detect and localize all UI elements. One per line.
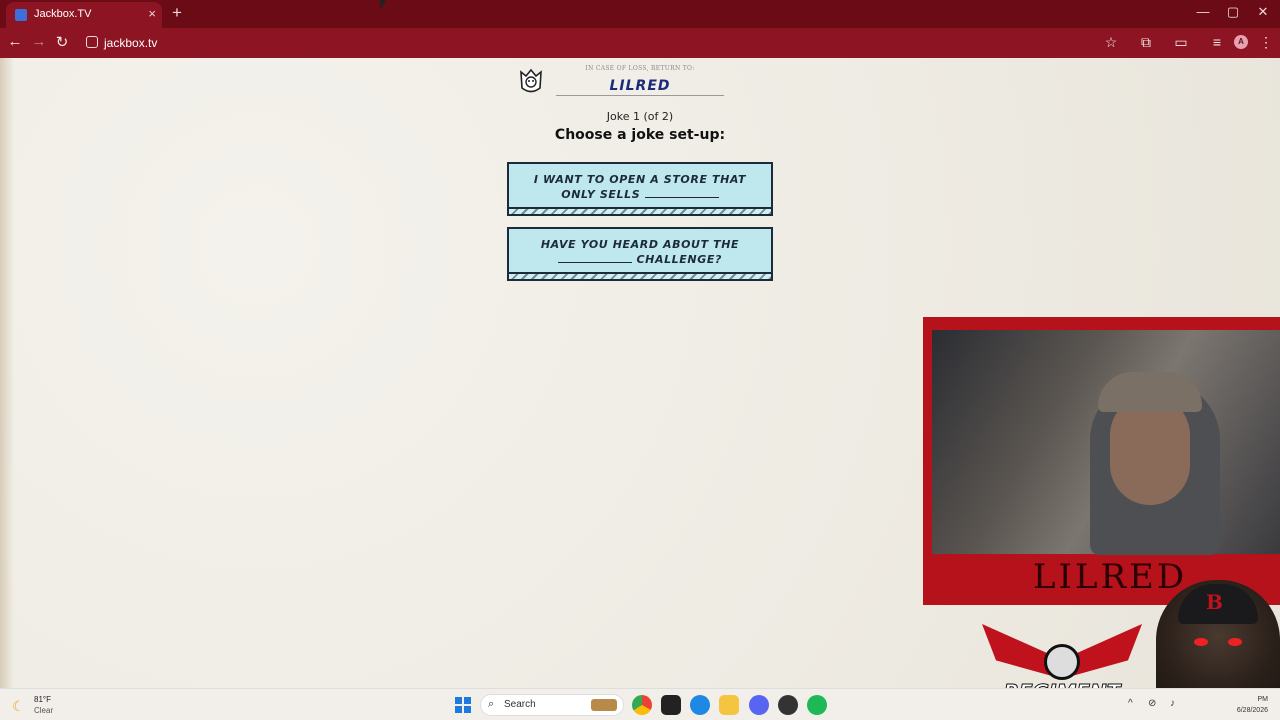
browser-tab-bar: Jackbox.TV × + — ▢ ✕	[0, 0, 1280, 28]
media-icon[interactable]: ≡	[1207, 34, 1227, 50]
setup-option-1-text: I want to open a store that only sells	[519, 172, 761, 202]
search-highlight-image	[591, 699, 617, 711]
skull-eye	[1228, 638, 1242, 646]
eagle-head-icon	[1044, 644, 1080, 680]
return-label: IN CASE OF LOSS, RETURN TO:	[585, 65, 695, 72]
file-explorer-icon[interactable]	[719, 695, 739, 715]
search-label: Search	[504, 699, 536, 710]
setup-option-1-line2: only sells	[561, 188, 641, 201]
spotify-app-icon[interactable]	[807, 695, 827, 715]
forward-arrow-icon[interactable]: →	[28, 33, 50, 50]
site-info-icon[interactable]	[86, 36, 98, 48]
player-avatar-icon	[520, 68, 542, 93]
tab-title: Jackbox.TV	[34, 8, 92, 20]
start-button[interactable]	[455, 697, 471, 713]
extensions-icon[interactable]: ⧉	[1136, 34, 1156, 51]
maximize-button[interactable]: ▢	[1219, 4, 1247, 20]
mouse-cursor-icon	[380, 0, 386, 10]
minimize-button[interactable]: —	[1189, 4, 1217, 19]
streamer-hat	[1098, 372, 1202, 412]
discord-app-icon[interactable]	[749, 695, 769, 715]
button-stripe	[509, 207, 771, 214]
moon-icon[interactable]: ☾	[12, 698, 28, 714]
mic-icon[interactable]: ♪	[1170, 698, 1175, 709]
setup-option-2-button[interactable]: Have you heard about the challenge?	[507, 227, 773, 281]
chrome-app-icon[interactable]	[632, 695, 652, 715]
browser-tab[interactable]: Jackbox.TV ×	[6, 2, 162, 28]
search-icon: ⌕	[488, 698, 495, 710]
weather-condition[interactable]: Clear	[34, 706, 53, 715]
address-bar: ← → ↻ jackbox.tv ☆ ⧉ ▭ ≡ ⋮	[0, 28, 1280, 58]
blank-line	[558, 253, 633, 263]
windows-taskbar: ☾ 81°F Clear ⌕ Search ^ ⊘ ♪ PM 6/28/2026	[0, 688, 1280, 720]
star-icon[interactable]: ☆	[1101, 34, 1121, 51]
setup-option-2-line1: Have you heard about the	[540, 238, 740, 251]
blank-line	[644, 188, 719, 198]
weather-temperature[interactable]: 81°F	[34, 695, 51, 704]
chevron-up-icon[interactable]: ^	[1128, 698, 1133, 709]
app-icon[interactable]	[661, 695, 681, 715]
button-stripe	[509, 272, 771, 279]
cap-letter: B	[1206, 590, 1223, 614]
right-wing	[1072, 624, 1142, 676]
left-wing	[982, 624, 1052, 676]
setup-option-1-button[interactable]: I want to open a store that only sells	[507, 162, 773, 216]
window-close-button[interactable]: ✕	[1249, 4, 1277, 20]
jackbox-favicon-icon	[15, 9, 27, 21]
joke-counter: Joke 1 (of 2)	[606, 110, 674, 123]
player-name: LILRED	[609, 78, 671, 94]
tab-close-button[interactable]: ×	[148, 6, 156, 21]
setup-option-1-line1: I want to open a store that	[533, 173, 747, 186]
profile-avatar[interactable]: A	[1234, 35, 1248, 49]
setup-option-2-text: Have you heard about the challenge?	[519, 237, 761, 267]
taskbar-search[interactable]: ⌕ Search	[480, 694, 624, 716]
clock-date: 6/28/2026	[1236, 707, 1268, 714]
menu-icon[interactable]: ⋮	[1256, 34, 1276, 51]
skull-eye	[1194, 638, 1208, 646]
prompt-title: Choose a joke set-up:	[554, 127, 726, 143]
back-arrow-icon[interactable]: ←	[4, 33, 26, 50]
url-field[interactable]: jackbox.tv	[104, 36, 157, 50]
reload-icon[interactable]: ↻	[51, 33, 73, 51]
cast-icon[interactable]: ▭	[1171, 34, 1191, 51]
obs-app-icon[interactable]	[778, 695, 798, 715]
edge-app-icon[interactable]	[690, 695, 710, 715]
clock-time: PM	[1257, 696, 1269, 703]
name-underline	[556, 95, 724, 96]
system-clock[interactable]: PM 6/28/2026	[1236, 694, 1268, 716]
setup-option-2-line2: challenge?	[636, 253, 722, 266]
new-tab-button[interactable]: +	[168, 3, 186, 23]
network-icon[interactable]: ⊘	[1148, 698, 1156, 709]
